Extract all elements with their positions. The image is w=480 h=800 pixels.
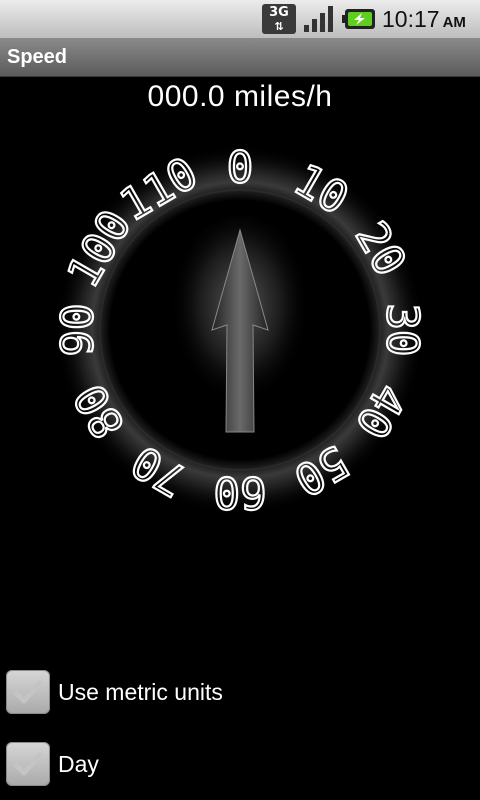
day-label: Day [58, 751, 99, 777]
clock: 10:17 AM [382, 2, 466, 36]
battery-charging-icon [342, 9, 375, 29]
status-bar: 3G ⇅ 10:17 AM [0, 0, 480, 38]
network-type: 3G [269, 5, 289, 20]
3g-icon: 3G ⇅ [262, 4, 296, 34]
metric-units-checkbox[interactable] [6, 670, 50, 714]
app-title: Speed [7, 46, 68, 68]
clock-ampm: AM [442, 14, 466, 31]
metric-units-label: Use metric units [58, 679, 223, 705]
speedometer-dial: 0 102030405060708090100110 [51, 141, 428, 518]
dial-label-30: 30 [377, 304, 428, 357]
dial-label-60: 60 [214, 467, 267, 518]
day-checkbox[interactable] [6, 742, 50, 786]
signal-icon [304, 6, 333, 32]
clock-time: 10:17 [382, 6, 440, 32]
network-arrows: ⇅ [274, 20, 284, 33]
option-day[interactable]: Day [6, 742, 476, 788]
speed-readout: 000.0 miles/h [147, 80, 333, 113]
option-metric-units[interactable]: Use metric units [6, 670, 476, 716]
checkmark-icon [13, 680, 43, 704]
dial-label-0: 0 [227, 143, 254, 194]
dial-label-90: 90 [53, 304, 104, 357]
title-bar: Speed [0, 38, 480, 77]
checkmark-icon [13, 752, 43, 776]
